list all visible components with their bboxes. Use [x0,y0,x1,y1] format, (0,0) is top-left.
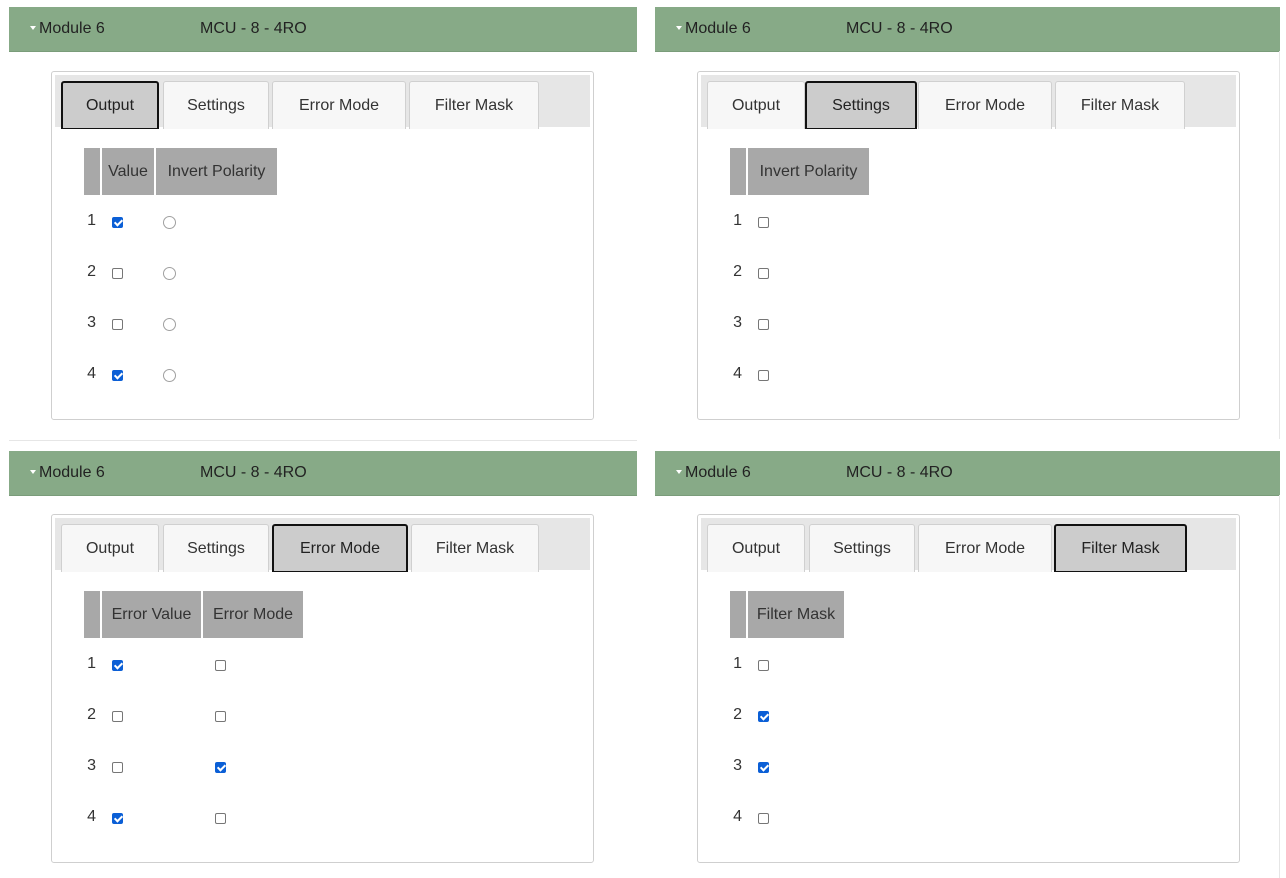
filter-mask-checkbox[interactable] [758,711,769,722]
row-number: 1 [733,212,742,229]
column-header-filter-mask: Filter Mask [748,591,844,638]
module-type: MCU - 8 - 4RO [200,20,307,37]
collapse-caret-icon[interactable] [676,470,682,474]
value-checkbox[interactable] [112,370,123,381]
value-checkbox[interactable] [112,319,123,330]
invert-polarity-radio[interactable] [163,369,176,382]
error-mode-checkbox[interactable] [215,813,226,824]
module-type: MCU - 8 - 4RO [846,464,953,481]
tab-container: Output Settings Error Mode Filter Mask F… [697,514,1240,863]
error-mode-checkbox[interactable] [215,711,226,722]
value-checkbox[interactable] [112,268,123,279]
row-number: 3 [87,314,96,331]
collapse-caret-icon[interactable] [676,26,682,30]
row-number: 3 [87,757,96,774]
module-header[interactable]: Module 6 MCU - 8 - 4RO [655,451,1280,496]
tab-error-mode[interactable]: Error Mode [272,81,406,129]
module-panel-output: Module 6 MCU - 8 - 4RO Output Settings E… [9,7,637,441]
tab-container: Output Settings Error Mode Filter Mask E… [51,514,594,863]
value-checkbox[interactable] [112,217,123,228]
row-number: 4 [87,365,96,382]
row-number-header [84,148,100,195]
column-header-invert-polarity: Invert Polarity [156,148,277,195]
error-value-checkbox[interactable] [112,660,123,671]
module-header[interactable]: Module 6 MCU - 8 - 4RO [655,7,1280,52]
column-header-value: Value [102,148,154,195]
row-number: 1 [733,655,742,672]
row-number: 4 [733,808,742,825]
tab-bar: Output Settings Error Mode Filter Mask [701,75,1236,129]
error-value-checkbox[interactable] [112,813,123,824]
row-number: 2 [87,706,96,723]
panel-divider [1279,51,1280,439]
module-header[interactable]: Module 6 MCU - 8 - 4RO [9,451,637,496]
row-number: 2 [87,263,96,280]
module-type: MCU - 8 - 4RO [200,464,307,481]
column-header-error-mode: Error Mode [203,591,303,638]
tab-container: Output Settings Error Mode Filter Mask I… [697,71,1240,420]
tab-error-mode[interactable]: Error Mode [918,524,1052,572]
row-number: 1 [87,212,96,229]
tab-filter-mask[interactable]: Filter Mask [1054,524,1187,572]
module-header[interactable]: Module 6 MCU - 8 - 4RO [9,7,637,52]
tab-error-mode[interactable]: Error Mode [272,524,408,572]
row-number: 4 [87,808,96,825]
invert-polarity-radio[interactable] [163,318,176,331]
row-number: 1 [87,655,96,672]
tab-output[interactable]: Output [707,524,805,572]
tab-filter-mask[interactable]: Filter Mask [1055,81,1185,129]
tab-output[interactable]: Output [61,81,159,129]
invert-polarity-checkbox[interactable] [758,319,769,330]
invert-polarity-radio[interactable] [163,267,176,280]
module-title: Module 6 [39,464,105,481]
filter-mask-checkbox[interactable] [758,762,769,773]
error-mode-checkbox[interactable] [215,660,226,671]
tab-settings[interactable]: Settings [805,81,917,129]
tab-container: Output Settings Error Mode Filter Mask V… [51,71,594,420]
module-title: Module 6 [39,20,105,37]
row-number-header [730,148,746,195]
tab-bar: Output Settings Error Mode Filter Mask [701,518,1236,572]
module-panel-filter-mask: Module 6 MCU - 8 - 4RO Output Settings E… [655,451,1280,878]
tab-filter-mask[interactable]: Filter Mask [411,524,539,572]
module-title: Module 6 [685,464,751,481]
tab-output[interactable]: Output [707,81,805,129]
row-number: 2 [733,706,742,723]
module-title: Module 6 [685,20,751,37]
row-number-header [84,591,100,638]
tab-output[interactable]: Output [61,524,159,572]
invert-polarity-checkbox[interactable] [758,217,769,228]
tab-bar: Output Settings Error Mode Filter Mask [55,75,590,129]
collapse-caret-icon[interactable] [30,470,36,474]
row-number: 3 [733,314,742,331]
error-value-checkbox[interactable] [112,711,123,722]
tab-filter-mask[interactable]: Filter Mask [409,81,539,129]
tab-settings[interactable]: Settings [809,524,915,572]
tab-error-mode[interactable]: Error Mode [918,81,1052,129]
invert-polarity-checkbox[interactable] [758,370,769,381]
error-value-checkbox[interactable] [112,762,123,773]
filter-mask-checkbox[interactable] [758,813,769,824]
column-header-error-value: Error Value [102,591,201,638]
panel-divider [9,440,637,441]
row-number-header [730,591,746,638]
column-header-invert-polarity: Invert Polarity [748,148,869,195]
panel-divider [1279,495,1280,878]
invert-polarity-checkbox[interactable] [758,268,769,279]
collapse-caret-icon[interactable] [30,26,36,30]
filter-mask-checkbox[interactable] [758,660,769,671]
module-type: MCU - 8 - 4RO [846,20,953,37]
module-panel-error-mode: Module 6 MCU - 8 - 4RO Output Settings E… [9,451,637,878]
module-panel-settings: Module 6 MCU - 8 - 4RO Output Settings E… [655,7,1280,439]
invert-polarity-radio[interactable] [163,216,176,229]
row-number: 4 [733,365,742,382]
tab-settings[interactable]: Settings [163,81,269,129]
error-mode-checkbox[interactable] [215,762,226,773]
row-number: 3 [733,757,742,774]
tab-settings[interactable]: Settings [163,524,269,572]
tab-bar: Output Settings Error Mode Filter Mask [55,518,590,572]
row-number: 2 [733,263,742,280]
